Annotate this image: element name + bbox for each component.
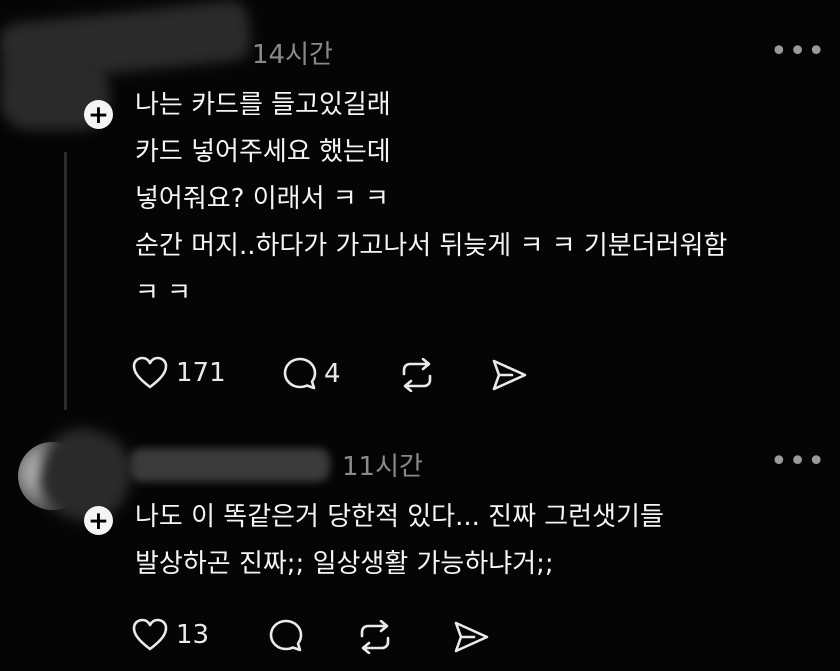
- like-button[interactable]: 171: [132, 356, 226, 390]
- like-count: 171: [176, 358, 226, 388]
- comment-icon: [283, 357, 317, 390]
- comment-timestamp: 11시간: [342, 452, 423, 482]
- comment-body: 나는 카드를 들고있길래 카드 넣어주세요 했는데 넣어줘요? 이래서 ㅋ ㅋ …: [135, 82, 727, 317]
- follow-plus-icon[interactable]: +: [84, 506, 113, 535]
- comment-icon: [269, 619, 303, 652]
- send-icon: [492, 359, 527, 391]
- repost-icon: [360, 620, 390, 654]
- comment-line: 카드 넣어주세요 했는데: [135, 137, 391, 167]
- follow-plus-icon[interactable]: +: [84, 100, 113, 129]
- reply-count: 4: [324, 359, 341, 389]
- comment-line: ㅋ ㅋ: [135, 278, 192, 308]
- comment-line: 나는 카드를 들고있길래: [135, 90, 391, 120]
- comment-line: 넣어줘요? 이래서 ㅋ ㅋ: [135, 184, 389, 214]
- repost-button[interactable]: [356, 620, 394, 654]
- repost-button[interactable]: [398, 358, 436, 392]
- comment-line: 발상하곤 진짜;; 일상생활 가능하냐거;;: [135, 549, 554, 579]
- heart-icon: [132, 356, 168, 389]
- like-count: 13: [176, 620, 210, 650]
- like-button[interactable]: 13: [132, 618, 209, 652]
- more-options-icon[interactable]: •••: [770, 37, 826, 67]
- reply-button[interactable]: 4: [282, 356, 341, 392]
- reply-button[interactable]: [268, 618, 304, 654]
- comment-body: 나도 이 똑같은거 당한적 있다... 진짜 그런샛기들 발상하곤 진짜;; 일…: [135, 494, 664, 588]
- repost-icon: [402, 358, 432, 392]
- comment-line: 순간 머지..하다가 가고나서 뒤늦게 ㅋ ㅋ 기분더러워함: [135, 231, 728, 261]
- more-options-icon[interactable]: •••: [770, 447, 826, 477]
- thread-line: [64, 152, 67, 410]
- share-button[interactable]: [490, 358, 528, 392]
- heart-icon: [132, 618, 168, 651]
- comment-line: 나도 이 똑같은거 당한적 있다... 진짜 그런샛기들: [135, 502, 664, 532]
- comment-timestamp: 14시간: [252, 40, 333, 70]
- share-button[interactable]: [452, 620, 490, 654]
- send-icon: [454, 621, 489, 653]
- redacted-username: [130, 448, 330, 482]
